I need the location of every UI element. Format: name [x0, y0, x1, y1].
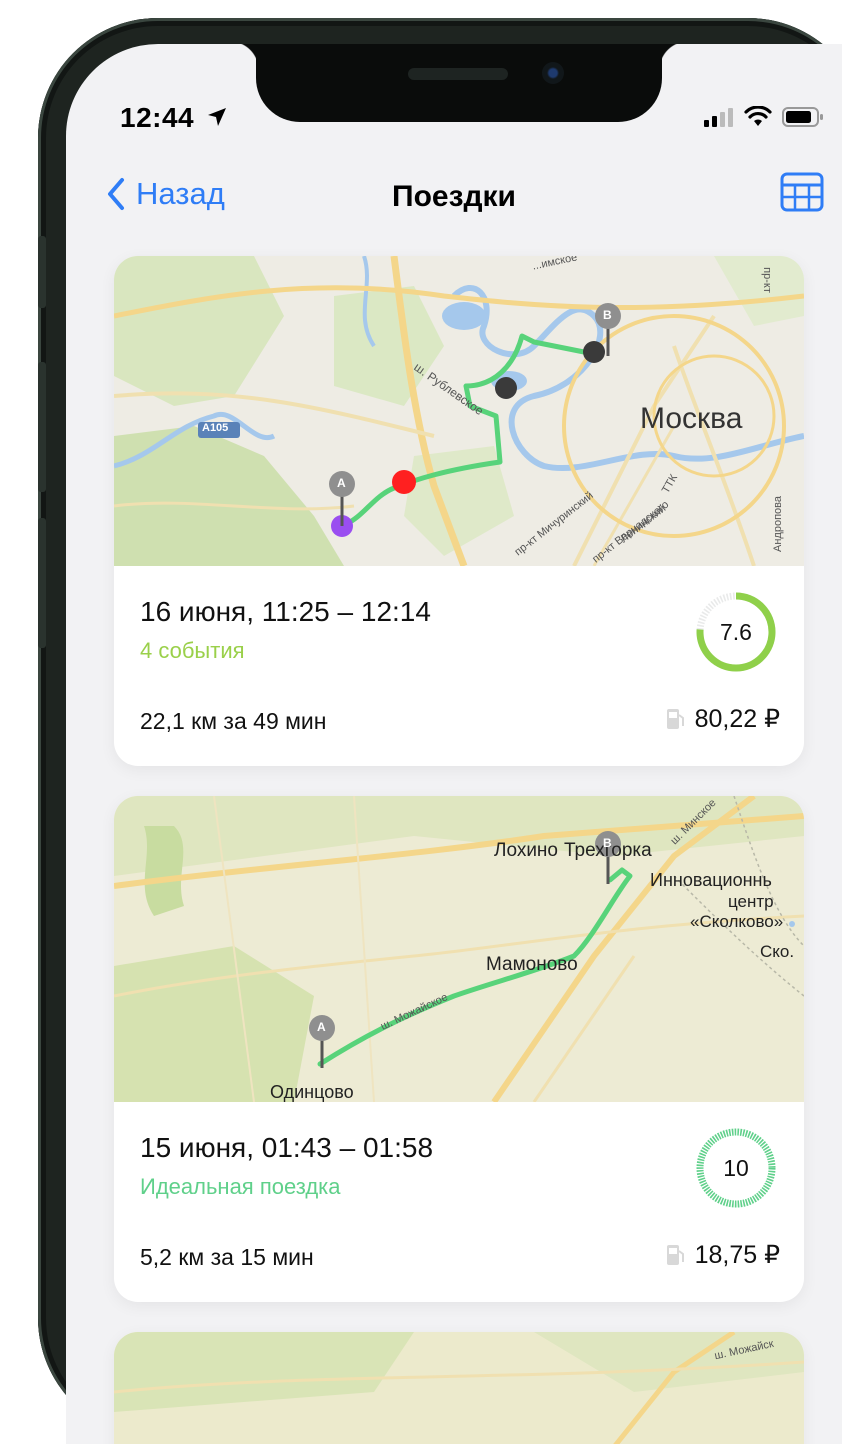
screen: 12:44 Назад Поездки A105 Москва ш. Рубле… [66, 44, 842, 1444]
map-city-label: Москва [640, 402, 743, 435]
trip-card-3[interactable]: ш. Можайск [114, 1332, 804, 1444]
front-camera [542, 62, 564, 84]
trip-map-3[interactable]: ш. Можайск [114, 1332, 804, 1444]
table-view-button[interactable] [780, 172, 824, 217]
pin-b-label: B [603, 308, 612, 322]
trip-map-1[interactable]: A105 Москва ш. Рублевское пр-кт Мичуринс… [114, 256, 804, 566]
map-place-label: Лохино [494, 840, 558, 861]
status-time: 12:44 [120, 102, 195, 133]
fuel-cost-value: 80,22 ₽ [694, 705, 780, 733]
trip-map-2[interactable]: Лохино Трехгорка Инновационнь центр «Ско… [114, 796, 804, 1102]
notch [230, 44, 688, 122]
pin-a-label: A [317, 1020, 326, 1034]
fuel-pump-icon [666, 709, 684, 729]
score-ring: 7.6 [694, 590, 778, 674]
trip-info-2: 15 июня, 01:43 – 01:58 Идеальная поездка… [114, 1102, 804, 1302]
fuel-cost: 80,22 ₽ [665, 704, 780, 734]
score-ring: 10 [694, 1126, 778, 1210]
map-road-label: Андропова [771, 496, 784, 552]
fuel-cost-value: 18,75 ₽ [694, 1241, 780, 1269]
trip-date-range: 15 июня, 01:43 – 01:58 [140, 1132, 434, 1163]
pin-a-label: A [337, 476, 346, 490]
pin-b-label: B [603, 836, 612, 850]
mute-switch [38, 236, 46, 308]
map-place-label: Ско. [760, 942, 795, 961]
navigation-bar: Назад Поездки [66, 172, 842, 236]
map-place-label: Мамоново [486, 954, 578, 975]
map-place-label: центр [728, 892, 774, 911]
fuel-cost: 18,75 ₽ [665, 1240, 780, 1270]
earpiece-speaker [408, 68, 508, 80]
road-sign-a105: A105 [202, 422, 229, 434]
location-arrow-icon [208, 108, 226, 126]
trip-events: Идеальная поездка [140, 1174, 341, 1199]
trip-card-2[interactable]: Лохино Трехгорка Инновационнь центр «Ско… [114, 796, 804, 1302]
score-value: 10 [723, 1155, 749, 1181]
page-title: Поездки [392, 180, 516, 213]
table-icon [780, 172, 824, 212]
map-background [114, 796, 804, 1102]
trip-card-1[interactable]: A105 Москва ш. Рублевское пр-кт Мичуринс… [114, 256, 804, 766]
score-value: 7.6 [720, 619, 752, 645]
volume-up-button [38, 362, 46, 492]
map-background [114, 1332, 804, 1444]
trip-distance: 5,2 км за 15 мин [140, 1244, 314, 1270]
status-icons [704, 106, 824, 128]
wifi-icon [744, 106, 772, 126]
signal-icon [704, 108, 733, 127]
map-place-label: Инновационнь [650, 870, 772, 890]
map-road-label: пр-кт [760, 267, 773, 293]
volume-down-button [38, 518, 46, 648]
trip-distance: 22,1 км за 49 мин [140, 708, 327, 734]
battery-icon [782, 107, 823, 127]
map-place-label: «Сколково» [690, 912, 784, 931]
map-place-label: Одинцово [270, 1082, 354, 1102]
trip-events: 4 события [140, 638, 245, 663]
fuel-pump-icon [666, 1245, 684, 1265]
trip-date-range: 16 июня, 11:25 – 12:14 [140, 596, 431, 627]
trip-info-1: 16 июня, 11:25 – 12:14 4 события 7.6 22,… [114, 566, 804, 766]
